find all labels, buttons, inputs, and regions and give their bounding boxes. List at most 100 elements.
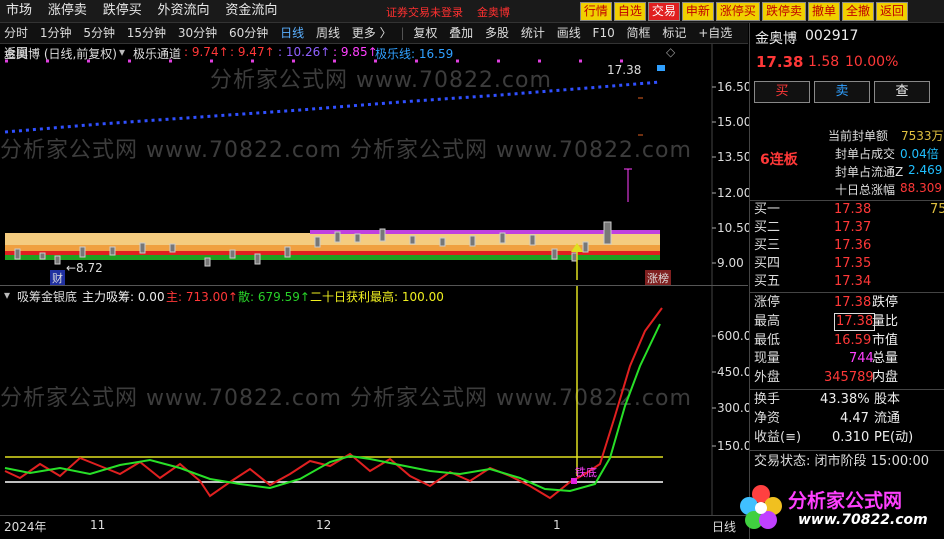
tool-multi[interactable]: 多股 — [481, 23, 513, 43]
period-5min[interactable]: 5分钟 — [79, 23, 119, 43]
high-label: 最高 — [754, 314, 781, 329]
high-value: 17.38 — [834, 313, 876, 331]
indicator-value-1: : 9.74↑ — [184, 45, 229, 59]
axis-label: 13.50 — [717, 150, 752, 164]
tool-draw[interactable]: 画线 — [553, 23, 585, 43]
logo-url: www.70822.com — [798, 512, 928, 528]
indicator-value-4: : 9.85↑ — [333, 45, 378, 59]
period-60min[interactable]: 60分钟 — [225, 23, 272, 43]
query-button[interactable]: 查 — [874, 81, 930, 103]
quote-row: 最高 17.38 量比 — [754, 313, 942, 331]
btn-trade[interactable]: 交易 — [647, 2, 680, 21]
period-more[interactable]: 更多 〉 — [348, 23, 396, 43]
indicator-value-3: : 10.26↑ — [278, 45, 331, 59]
eps-value: 0.310 — [832, 430, 870, 445]
outer-volume-value: 345789 — [824, 370, 874, 385]
trade-status: 交易状态: 闭市阶段 15:00:00 — [754, 454, 930, 469]
bid-label: 买一 — [754, 202, 781, 217]
quote-row: 净资 4.47 流通 — [754, 410, 942, 428]
period-1min[interactable]: 1分钟 — [36, 23, 76, 43]
sell-button[interactable]: 卖 — [814, 81, 870, 103]
tool-stats[interactable]: 统计 — [517, 23, 549, 43]
flower-logo-icon — [740, 485, 782, 529]
orderbook-row: 买四 17.35 — [754, 255, 942, 273]
price-change: 1.58 — [808, 54, 840, 70]
quote-row: 最低 16.59 市值 — [754, 332, 942, 350]
volume-ratio-label: 量比 — [872, 314, 899, 329]
turnover-label: 换手 — [754, 392, 781, 407]
tool-overlay[interactable]: 叠加 — [445, 23, 477, 43]
finance-marker[interactable]: 财 — [50, 270, 65, 286]
chevron-down-icon[interactable]: ▾ — [4, 288, 10, 302]
kline-pane[interactable]: 分析家公式网 www.70822.com 分析家公式网 www.70822.co… — [0, 44, 752, 286]
iron-bottom-marker: 铁底 — [575, 466, 597, 479]
total-volume-label: 总量 — [872, 351, 899, 366]
quote-row: 外盘 345789 内盘 — [754, 369, 942, 387]
quick-toolbar: 行情 自选 交易 申新 涨停买 跌停卖 撤单 全撤 返回 — [579, 2, 908, 21]
buy-button[interactable]: 买 — [754, 81, 810, 103]
period-weekly[interactable]: 周线 — [312, 23, 344, 43]
chevron-down-icon[interactable]: ▾ — [119, 45, 125, 59]
diamond-icon[interactable]: ◇ — [666, 45, 675, 59]
period-daily[interactable]: 日线 — [276, 23, 308, 43]
seal-float-label: 封单占流通Z — [835, 165, 904, 179]
btn-watchlist[interactable]: 自选 — [613, 2, 646, 21]
site-logo: 分析家公式网 www.70822.com — [738, 478, 933, 536]
high-price-label: 17.38 — [607, 63, 642, 77]
btn-quote[interactable]: 行情 — [579, 2, 612, 21]
axis-label: 15.00 — [717, 115, 752, 129]
main-force-value: 主: 713.00↑ — [166, 290, 238, 304]
btn-cancel-order[interactable]: 撤单 — [807, 2, 840, 21]
orderbook-row: 买三 17.36 — [754, 237, 942, 255]
quote-row: 收益(≡) 0.310 PE(动) — [754, 429, 942, 447]
bid-price: 17.38 — [834, 202, 872, 217]
ten-day-value: 88.309 — [900, 181, 942, 195]
limit-up-rank-marker[interactable]: 涨榜 — [645, 270, 671, 286]
btn-cancel-all[interactable]: 全撤 — [841, 2, 874, 21]
btn-limit-down-sell[interactable]: 跌停卖 — [761, 2, 806, 21]
tool-mark[interactable]: 标记 — [658, 23, 690, 43]
period-label: 日线 — [712, 520, 737, 534]
period-15min[interactable]: 15分钟 — [123, 23, 170, 43]
btn-back[interactable]: 返回 — [875, 2, 908, 21]
menu-limit-down-buy[interactable]: 跌停买 — [97, 0, 148, 22]
indicator-name[interactable]: 极乐通道 — [133, 45, 181, 62]
section-divider — [750, 292, 944, 293]
indicator-name[interactable]: 吸筹金银底 — [17, 288, 77, 305]
inner-volume-label: 内盘 — [872, 370, 899, 385]
menu-market[interactable]: 市场 — [0, 0, 38, 22]
btn-limit-up-buy[interactable]: 涨停买 — [715, 2, 760, 21]
axis-label: 450.0 — [717, 365, 752, 379]
axis-label: 9.00 — [717, 256, 744, 270]
profit-value: 二十日获利最高: 100.00 — [310, 290, 444, 304]
retail-value: 散: 679.59↑ — [238, 290, 310, 304]
menu-foreign-flow[interactable]: 外资流向 — [152, 0, 216, 22]
indicator-pane[interactable]: 分析家公式网 www.70822.com 分析家公式网 www.70822.co… — [0, 286, 752, 516]
seal-vol-value: 0.04倍 — [900, 147, 939, 161]
date-label: 1 — [553, 518, 561, 532]
section-divider — [750, 389, 944, 390]
period-30min[interactable]: 30分钟 — [174, 23, 221, 43]
net-assets-value: 4.47 — [840, 411, 869, 426]
period-toolbar: 分时 1分钟 5分钟 15分钟 30分钟 60分钟 日线 周线 更多 〉 | 复… — [0, 23, 748, 60]
tool-simple[interactable]: 简框 — [623, 23, 655, 43]
tool-add-watch[interactable]: +自选 — [694, 23, 736, 43]
menu-capital-flow[interactable]: 资金流向 — [219, 0, 283, 22]
period-intraday[interactable]: 分时 — [0, 23, 32, 43]
quote-row: 换手 43.38% 股本 — [754, 391, 942, 409]
axis-label: 16.50 — [717, 80, 752, 94]
tool-adjust[interactable]: 复权 — [409, 23, 441, 43]
main-accumulation-value: 主力吸筹: 0.00 — [82, 290, 165, 304]
turnover-value: 43.38% — [820, 392, 870, 407]
current-volume-label: 现量 — [754, 351, 781, 366]
share-capital-label: 股本 — [874, 392, 901, 407]
menu-limit-up-sell[interactable]: 涨停卖 — [42, 0, 93, 22]
btn-ipo[interactable]: 申新 — [681, 2, 714, 21]
tool-f10[interactable]: F10 — [589, 23, 619, 43]
login-notice: 证券交易未登录 — [386, 6, 463, 19]
bid-label: 买五 — [754, 274, 781, 289]
pct-change: 10.00% — [845, 54, 899, 70]
limit-up-label: 涨停 — [754, 295, 781, 310]
last-price: 17.38 — [756, 53, 804, 71]
orderbook-row: 买五 17.34 — [754, 273, 942, 291]
